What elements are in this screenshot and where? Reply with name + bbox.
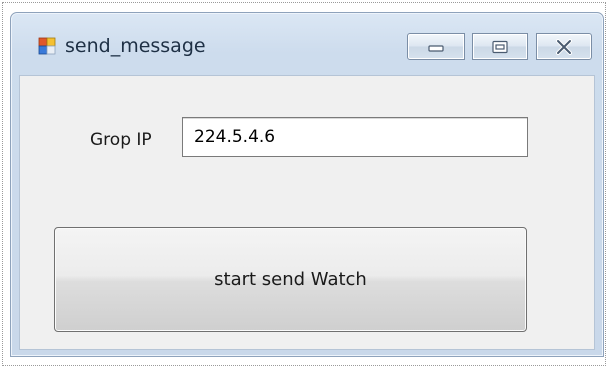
close-icon <box>556 38 572 55</box>
minimize-button[interactable] <box>407 33 465 60</box>
maximize-button[interactable] <box>472 33 528 60</box>
group-ip-input[interactable] <box>182 117 528 157</box>
app-icon <box>38 37 56 55</box>
page: send_message Grop IP 224.5.4.6 start sen… <box>0 0 610 369</box>
close-button[interactable] <box>536 33 592 60</box>
group-ip-label: Grop IP <box>90 130 152 150</box>
minimize-icon <box>428 44 444 52</box>
start-send-watch-button[interactable]: start send Watch <box>54 227 527 332</box>
designer-grip-handle[interactable] <box>316 360 322 366</box>
start-send-watch-label: start send Watch <box>214 269 367 290</box>
maximize-icon <box>492 40 508 53</box>
window-title: send_message <box>65 35 206 57</box>
title-bar[interactable]: send_message <box>11 13 603 75</box>
